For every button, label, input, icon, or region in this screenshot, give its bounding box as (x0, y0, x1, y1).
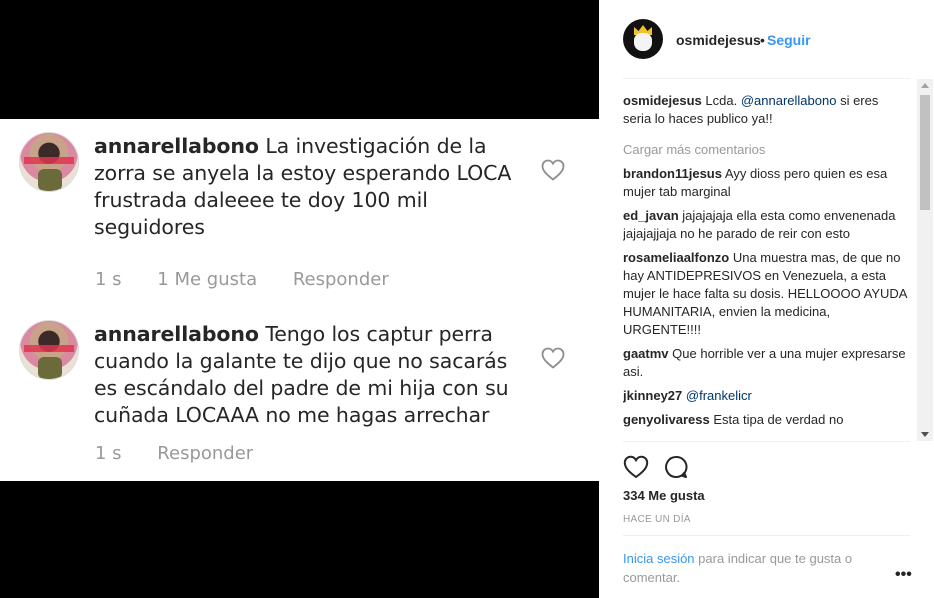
list-item: genyolivaress Esta tipa de verdad no (623, 411, 907, 429)
post-actions (623, 455, 910, 481)
scroll-down-icon[interactable] (921, 432, 929, 437)
divider (623, 441, 910, 442)
screenshot-heart-icon (541, 159, 565, 181)
load-more-comments[interactable]: Cargar más comentarios (623, 142, 916, 157)
login-link[interactable]: Inicia sesión (623, 551, 695, 566)
post-timestamp: HACE UN DÍA (623, 514, 691, 525)
screenshot-comment-username: annarellabono (94, 322, 259, 346)
caption: osmidejesus Lcda. @annarellabono si eres… (623, 92, 907, 128)
comments-scrollbar[interactable] (917, 79, 933, 441)
list-item: brandon11jesus Ayy dioss pero quien es e… (623, 165, 907, 201)
divider (623, 78, 910, 79)
post-media: annarellabono La investigación de la zor… (0, 0, 599, 598)
screenshot-comment-time: 1 s (95, 269, 122, 290)
post-sidebar: osmidejesus • Seguir osmidejesus Lcda. @… (599, 0, 934, 598)
screenshot-comment-meta: 1 s Responder (95, 443, 283, 464)
caption-mention[interactable]: @annarellabono (741, 93, 837, 108)
screenshot-avatar (19, 132, 79, 192)
list-item: gaatmv Que horrible ver a una mujer expr… (623, 345, 907, 381)
post-header: osmidejesus • Seguir (599, 0, 934, 78)
heart-icon[interactable] (623, 455, 649, 479)
comments-list[interactable]: osmidejesus Lcda. @annarellabono si eres… (623, 92, 916, 441)
list-item: jkinney27 @frankelicr (623, 387, 907, 405)
scroll-up-icon[interactable] (921, 83, 929, 88)
header-separator: • (760, 32, 765, 48)
comment-mention[interactable]: @frankelicr (686, 388, 752, 403)
comment-username[interactable]: gaatmv (623, 346, 669, 361)
more-options-icon[interactable]: ••• (895, 566, 912, 584)
comment-icon[interactable] (664, 455, 688, 479)
login-prompt: Inicia sesión para indicar que te gusta … (623, 549, 883, 587)
profile-avatar[interactable] (623, 19, 663, 59)
list-item: rosameliaalfonzo Una muestra mas, de que… (623, 249, 907, 339)
comment-username[interactable]: genyolivaress (623, 412, 710, 427)
screenshot-heart-icon (541, 347, 565, 369)
screenshot-comment-reply: Responder (292, 269, 389, 290)
screenshot-comment-reply: Responder (157, 443, 254, 464)
screenshot-comment-meta: 1 s 1 Me gusta Responder (95, 269, 419, 290)
caption-text: Lcda. (705, 93, 738, 108)
screenshot-comment-likes: 1 Me gusta (157, 269, 258, 290)
comment-username[interactable]: rosameliaalfonzo (623, 250, 729, 265)
comment-username[interactable]: brandon11jesus (623, 166, 722, 181)
caption-username[interactable]: osmidejesus (623, 93, 702, 108)
screenshot-comment-username: annarellabono (94, 134, 259, 158)
screenshot-avatar (19, 320, 79, 380)
profile-username[interactable]: osmidejesus (676, 32, 761, 48)
screenshot-comment-time: 1 s (95, 443, 122, 464)
comment-text: Esta tipa de verdad no (713, 412, 844, 427)
like-count[interactable]: 334 Me gusta (623, 488, 705, 503)
divider (623, 535, 910, 536)
follow-button[interactable]: Seguir (767, 32, 811, 48)
comment-username[interactable]: ed_javan (623, 208, 679, 223)
comment-username[interactable]: jkinney27 (623, 388, 682, 403)
scrollbar-thumb[interactable] (920, 95, 930, 210)
list-item: ed_javan jajajajaja ella esta como enven… (623, 207, 907, 243)
screenshot-image: annarellabono La investigación de la zor… (0, 119, 599, 481)
